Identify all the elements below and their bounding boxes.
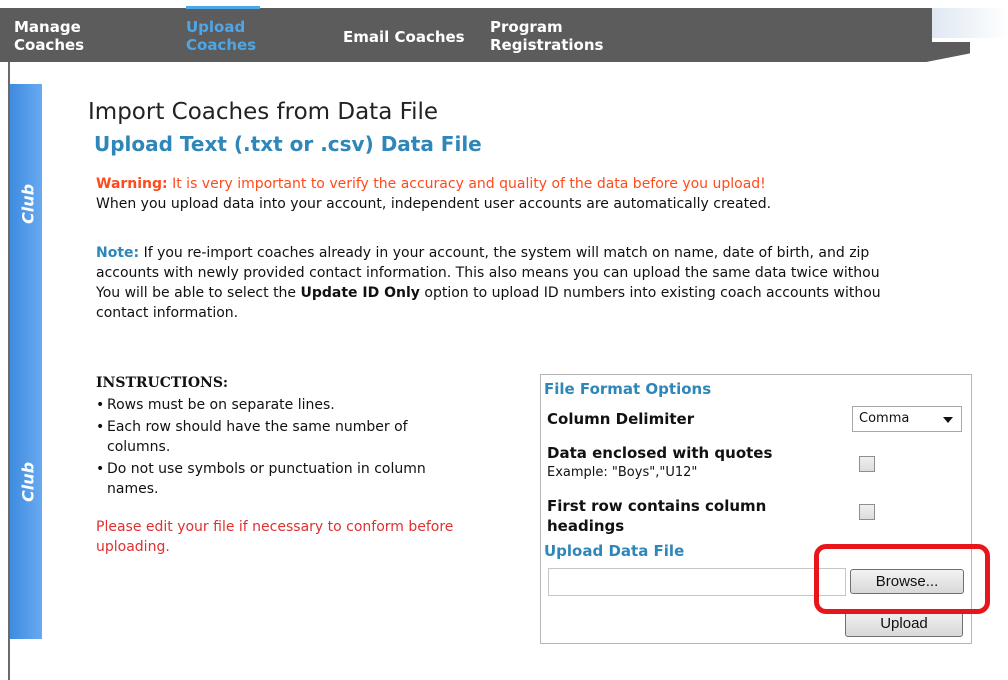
instructions-heading: INSTRUCTIONS: bbox=[96, 375, 229, 391]
column-delimiter-select[interactable]: Comma bbox=[852, 406, 962, 432]
note-line-4: contact information. bbox=[96, 305, 239, 321]
upload-button[interactable]: Upload bbox=[845, 609, 963, 637]
nav-bar-edge bbox=[932, 8, 1008, 42]
chevron-down-icon bbox=[943, 417, 953, 423]
quotes-example: Example: "Boys","U12" bbox=[547, 465, 698, 480]
column-delimiter-label: Column Delimiter bbox=[547, 410, 695, 428]
instructions-panel: INSTRUCTIONS: Rows must be on separate l… bbox=[96, 375, 516, 557]
nav-item-upload-coaches[interactable]: Upload Coaches bbox=[186, 6, 261, 54]
note-line-2: accounts with newly provided contact inf… bbox=[96, 265, 880, 281]
section-title: Upload Text (.txt or .csv) Data File bbox=[94, 132, 482, 156]
quotes-label: Data enclosed with quotes bbox=[547, 444, 773, 462]
file-format-options-panel: File Format Options Column Delimiter Com… bbox=[540, 374, 972, 644]
column-delimiter-value: Comma bbox=[859, 411, 910, 426]
top-navigation: Manage Coaches Upload Coaches Email Coac… bbox=[0, 0, 1008, 62]
file-format-title: File Format Options bbox=[544, 380, 712, 398]
note-label: Note: bbox=[96, 245, 140, 261]
nav-item-label: Email Coaches bbox=[343, 28, 465, 46]
list-item: Do not use symbols or punctuation in col… bbox=[96, 459, 477, 499]
headings-label-line1: First row contains column bbox=[547, 497, 767, 515]
list-item: Rows must be on separate lines. bbox=[96, 395, 467, 415]
nav-item-label: Upload bbox=[186, 18, 246, 36]
list-item: Each row should have the same number of … bbox=[96, 417, 467, 457]
note-line-1: Note: If you re-import coaches already i… bbox=[96, 243, 881, 263]
quotes-option: Data enclosed with quotes Example: "Boys… bbox=[547, 443, 772, 483]
warning-line-2: When you upload data into your account, … bbox=[96, 196, 772, 212]
note-block: Note: If you re-import coaches already i… bbox=[88, 243, 881, 323]
note-text: option to upload ID numbers into existin… bbox=[419, 285, 881, 301]
nav-item-label: Manage bbox=[14, 18, 81, 36]
nav-bar-background bbox=[0, 8, 970, 62]
nav-item-program-registrations[interactable]: Program Registrations bbox=[490, 18, 603, 54]
sidebar-label-club: Club bbox=[18, 183, 38, 225]
nav-item-label: Program bbox=[490, 18, 563, 36]
sidebar-label-club: Club bbox=[18, 461, 38, 503]
warning-line: Warning: It is very important to verify … bbox=[96, 174, 771, 194]
note-text: You will be able to select the bbox=[96, 285, 301, 301]
headings-label-line2: headings bbox=[547, 517, 625, 535]
quotes-checkbox[interactable] bbox=[859, 456, 875, 472]
sidebar-tab-fill[interactable]: Club Club bbox=[10, 84, 42, 639]
note-text: If you re-import coaches already in your… bbox=[139, 245, 870, 261]
nav-item-label: Registrations bbox=[490, 36, 604, 54]
headings-option: First row contains column headings bbox=[547, 496, 766, 536]
update-id-only-text: Update ID Only bbox=[300, 285, 420, 301]
warning-label: Warning: bbox=[96, 176, 168, 192]
warning-text: It is very important to verify the accur… bbox=[167, 176, 766, 192]
headings-checkbox[interactable] bbox=[859, 504, 875, 520]
nav-item-manage-coaches[interactable]: Manage Coaches bbox=[14, 18, 84, 54]
nav-item-label: Coaches bbox=[186, 36, 257, 54]
note-line-3: You will be able to select the Update ID… bbox=[96, 283, 881, 303]
warning-block: Warning: It is very important to verify … bbox=[88, 174, 771, 214]
nav-item-email-coaches[interactable]: Email Coaches bbox=[343, 28, 465, 46]
upload-data-file-title: Upload Data File bbox=[544, 542, 685, 560]
page-title: Import Coaches from Data File bbox=[88, 99, 439, 125]
nav-item-label: Coaches bbox=[14, 36, 85, 54]
sidebar-tab: Club Club bbox=[8, 62, 42, 680]
instructions-list: Rows must be on separate lines. Each row… bbox=[96, 395, 516, 499]
instructions-warning: Please edit your file if necessary to co… bbox=[96, 519, 454, 555]
browse-button[interactable]: Browse... bbox=[850, 569, 964, 594]
file-path-field[interactable] bbox=[548, 568, 846, 596]
main-content: Import Coaches from Data File Upload Tex… bbox=[88, 98, 1008, 321]
